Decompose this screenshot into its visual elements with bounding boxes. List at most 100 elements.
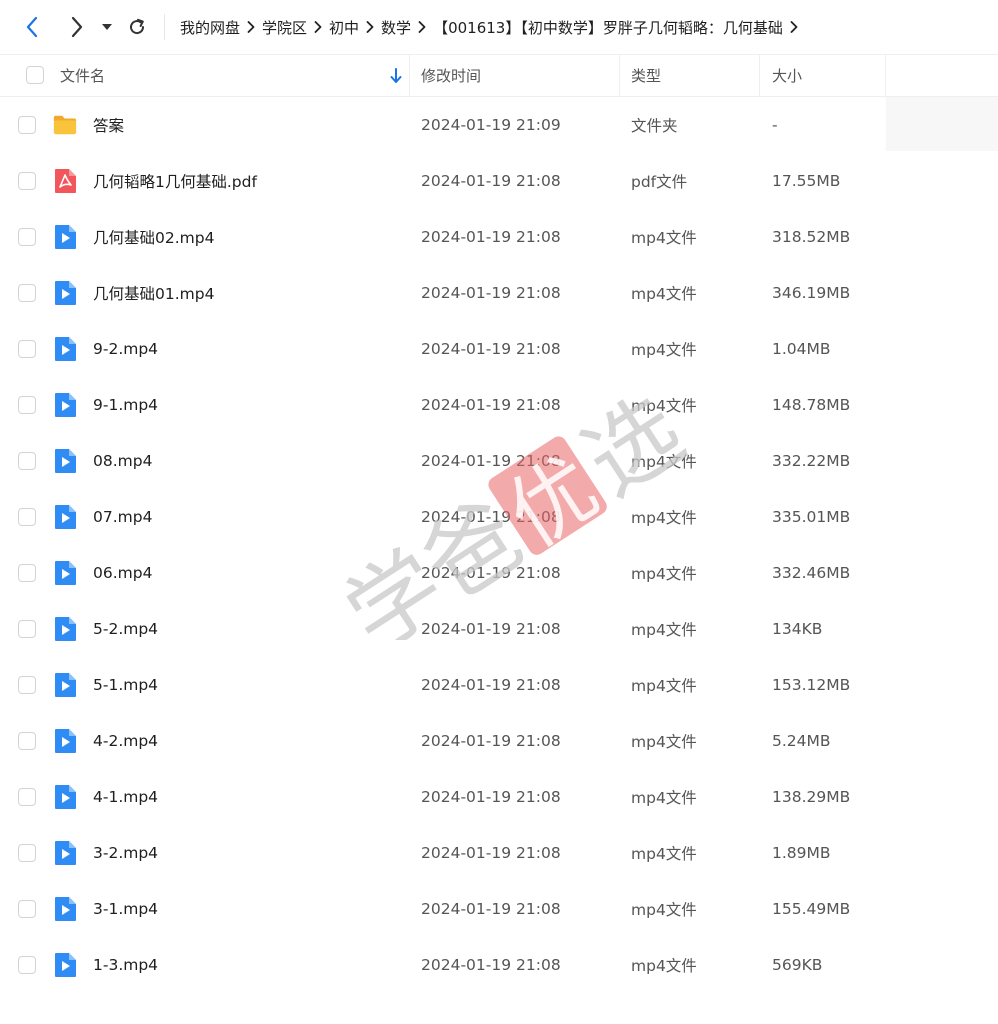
row-checkbox[interactable] <box>18 172 36 190</box>
file-row[interactable]: 3-2.mp4 2024-01-19 21:08 mp4文件 1.89MB <box>0 825 998 881</box>
row-checkbox[interactable] <box>18 956 36 974</box>
row-checkbox[interactable] <box>18 340 36 358</box>
row-checkbox[interactable] <box>18 732 36 750</box>
row-checkbox[interactable] <box>18 844 36 862</box>
video-file-icon <box>52 881 78 937</box>
file-type: mp4文件 <box>631 957 697 975</box>
file-modified-time: 2024-01-19 21:08 <box>421 564 561 582</box>
video-file-icon <box>52 601 78 657</box>
refresh-button[interactable] <box>124 13 150 41</box>
chevron-left-icon <box>26 16 38 38</box>
column-header-modified[interactable]: 修改时间 <box>410 55 620 96</box>
file-row[interactable]: 几何基础01.mp4 2024-01-19 21:08 mp4文件 346.19MB <box>0 265 998 321</box>
chevron-right-icon <box>307 21 329 33</box>
file-name[interactable]: 几何基础02.mp4 <box>93 209 214 265</box>
file-size: 148.78MB <box>772 396 851 414</box>
file-type: mp4文件 <box>631 341 697 359</box>
file-row[interactable]: 4-2.mp4 2024-01-19 21:08 mp4文件 5.24MB <box>0 713 998 769</box>
row-checkbox[interactable] <box>18 452 36 470</box>
back-button[interactable] <box>18 13 46 41</box>
video-file-icon <box>52 657 78 713</box>
file-modified-time: 2024-01-19 21:08 <box>421 844 561 862</box>
select-all-checkbox[interactable] <box>26 66 44 84</box>
file-row[interactable]: 5-1.mp4 2024-01-19 21:08 mp4文件 153.12MB <box>0 657 998 713</box>
file-name[interactable]: 答案 <box>93 97 124 153</box>
file-row[interactable]: 1-3.mp4 2024-01-19 21:08 mp4文件 569KB <box>0 937 998 993</box>
breadcrumb-item-current-folder[interactable]: 【001613】【初中数学】罗胖子几何韬略：几何基础 <box>433 17 783 38</box>
row-checkbox[interactable] <box>18 284 36 302</box>
row-checkbox[interactable] <box>18 508 36 526</box>
row-checkbox-cell <box>18 433 36 489</box>
row-checkbox[interactable] <box>18 620 36 638</box>
breadcrumb-item-junior-high[interactable]: 初中 <box>329 17 359 38</box>
breadcrumb-item-math[interactable]: 数学 <box>381 17 411 38</box>
chevron-right-icon <box>783 21 805 33</box>
file-row[interactable]: 答案 2024-01-19 21:09 文件夹 - <box>0 97 998 153</box>
video-file-icon <box>52 265 78 321</box>
file-name[interactable]: 3-1.mp4 <box>93 881 158 937</box>
file-name[interactable]: 9-1.mp4 <box>93 377 158 433</box>
breadcrumb-item-my-drive[interactable]: 我的网盘 <box>180 17 240 38</box>
file-name[interactable]: 几何基础01.mp4 <box>93 265 214 321</box>
file-modified-time: 2024-01-19 21:08 <box>421 284 561 302</box>
video-file-icon <box>52 321 78 377</box>
row-checkbox-cell <box>18 769 36 825</box>
row-checkbox[interactable] <box>18 788 36 806</box>
file-row[interactable]: 5-2.mp4 2024-01-19 21:08 mp4文件 134KB <box>0 601 998 657</box>
file-size: 134KB <box>772 620 823 638</box>
row-checkbox[interactable] <box>18 116 36 134</box>
file-row[interactable]: 几何基础02.mp4 2024-01-19 21:08 mp4文件 318.52MB <box>0 209 998 265</box>
column-type-label: 类型 <box>631 67 662 85</box>
forward-button[interactable] <box>62 13 90 41</box>
file-name[interactable]: 1-3.mp4 <box>93 937 158 993</box>
row-checkbox-cell <box>18 153 36 209</box>
row-checkbox[interactable] <box>18 228 36 246</box>
file-row[interactable]: 9-1.mp4 2024-01-19 21:08 mp4文件 148.78MB <box>0 377 998 433</box>
sort-down-arrow-icon[interactable] <box>389 67 403 85</box>
row-checkbox-cell <box>18 377 36 433</box>
file-name[interactable]: 08.mp4 <box>93 433 152 489</box>
row-checkbox-cell <box>18 545 36 601</box>
file-modified-time: 2024-01-19 21:08 <box>421 396 561 414</box>
file-name[interactable]: 几何韬略1几何基础.pdf <box>93 153 257 209</box>
history-dropdown-button[interactable] <box>98 13 116 41</box>
file-row[interactable]: 3-1.mp4 2024-01-19 21:08 mp4文件 155.49MB <box>0 881 998 937</box>
file-type: mp4文件 <box>631 677 697 695</box>
row-checkbox[interactable] <box>18 900 36 918</box>
file-modified-time: 2024-01-19 21:08 <box>421 732 561 750</box>
file-size: 332.22MB <box>772 452 851 470</box>
file-name[interactable]: 4-2.mp4 <box>93 713 158 769</box>
column-header-name[interactable]: 文件名 <box>0 55 410 96</box>
file-type: mp4文件 <box>631 621 697 639</box>
file-row[interactable]: 9-2.mp4 2024-01-19 21:08 mp4文件 1.04MB <box>0 321 998 377</box>
breadcrumb-item-academy[interactable]: 学院区 <box>262 17 307 38</box>
file-browser: 我的网盘 学院区 初中 数学 【001613】【初中数学】罗胖子几何韬略：几何基… <box>0 0 998 1024</box>
row-checkbox-cell <box>18 881 36 937</box>
file-row[interactable]: 06.mp4 2024-01-19 21:08 mp4文件 332.46MB <box>0 545 998 601</box>
file-row[interactable]: 几何韬略1几何基础.pdf 2024-01-19 21:08 pdf文件 17.55M… <box>0 153 998 209</box>
column-header-type[interactable]: 类型 <box>620 55 760 96</box>
row-checkbox-cell <box>18 265 36 321</box>
file-name[interactable]: 07.mp4 <box>93 489 152 545</box>
file-row[interactable]: 08.mp4 2024-01-19 21:08 mp4文件 332.22MB <box>0 433 998 489</box>
row-checkbox[interactable] <box>18 396 36 414</box>
file-name[interactable]: 5-1.mp4 <box>93 657 158 713</box>
column-header-size[interactable]: 大小 <box>760 55 886 96</box>
file-modified-time: 2024-01-19 21:08 <box>421 228 561 246</box>
file-type: mp4文件 <box>631 565 697 583</box>
file-modified-time: 2024-01-19 21:08 <box>421 676 561 694</box>
file-name[interactable]: 5-2.mp4 <box>93 601 158 657</box>
file-name[interactable]: 4-1.mp4 <box>93 769 158 825</box>
file-list: 答案 2024-01-19 21:09 文件夹 - 几何韬略1几何基础.pdf 2024-… <box>0 97 998 993</box>
file-row[interactable]: 4-1.mp4 2024-01-19 21:08 mp4文件 138.29MB <box>0 769 998 825</box>
file-modified-time: 2024-01-19 21:08 <box>421 172 561 190</box>
file-name[interactable]: 3-2.mp4 <box>93 825 158 881</box>
file-name[interactable]: 9-2.mp4 <box>93 321 158 377</box>
row-checkbox[interactable] <box>18 676 36 694</box>
row-checkbox-cell <box>18 601 36 657</box>
video-file-icon <box>52 937 78 993</box>
folder-icon <box>52 97 78 153</box>
row-checkbox[interactable] <box>18 564 36 582</box>
file-row[interactable]: 07.mp4 2024-01-19 21:08 mp4文件 335.01MB <box>0 489 998 545</box>
file-name[interactable]: 06.mp4 <box>93 545 152 601</box>
